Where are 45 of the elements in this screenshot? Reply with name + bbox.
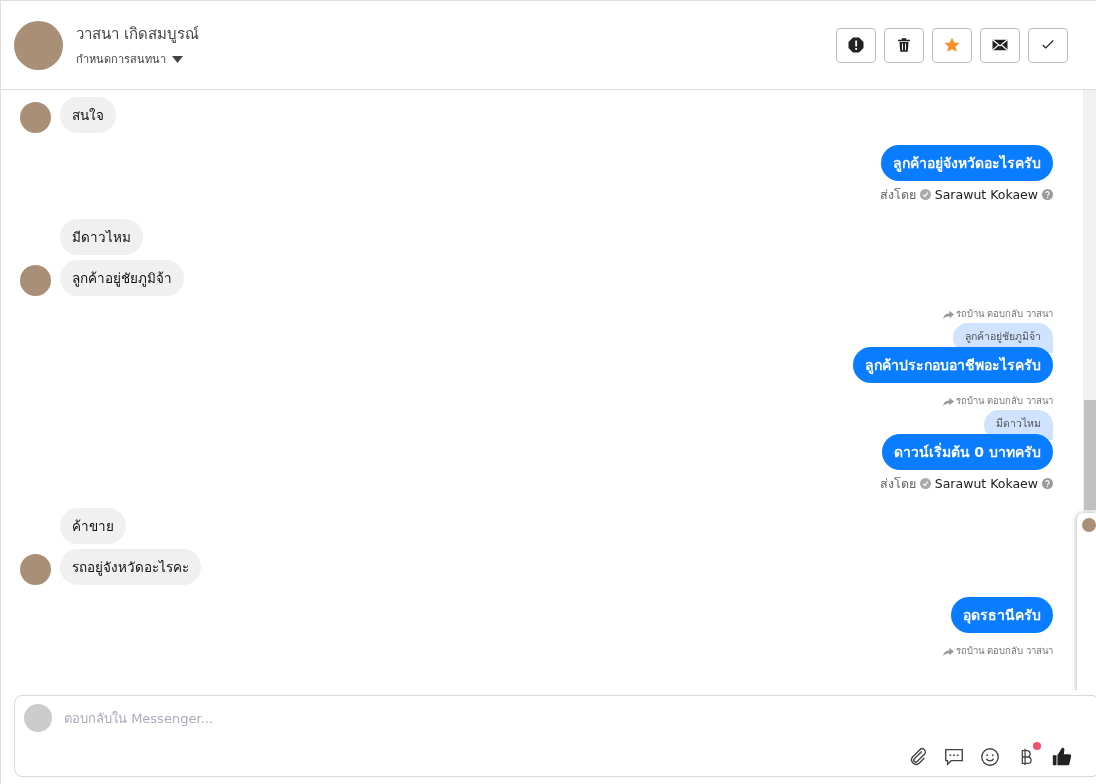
- star-icon: [943, 36, 961, 54]
- alert-icon: [847, 36, 865, 54]
- speech-bubble-icon: [943, 746, 965, 768]
- check-circle-icon: [919, 189, 931, 200]
- smiley-icon: [979, 746, 1001, 768]
- sender-name: Sarawut Kokaew: [934, 476, 1038, 491]
- thumbs-up-icon: [1051, 746, 1073, 768]
- star-button[interactable]: [932, 27, 972, 63]
- sender-name: Sarawut Kokaew: [934, 187, 1038, 202]
- trash-button[interactable]: [884, 27, 924, 63]
- reply-arrow-icon: [942, 308, 954, 320]
- check-button[interactable]: [1028, 27, 1068, 63]
- caret-icon[interactable]: [172, 55, 183, 63]
- message-bubble: ค้าขาย: [60, 508, 126, 544]
- alert-button[interactable]: [836, 27, 876, 63]
- message-bubble: ดาวน์เริ่มต้น 0 บาทครับ: [881, 434, 1053, 470]
- conversation-menu[interactable]: กำหนดการสนทนา: [76, 50, 166, 68]
- sent-by-label: ส่งโดย: [879, 476, 916, 491]
- trash-icon: [895, 36, 913, 54]
- profile-avatar: [14, 20, 63, 70]
- message-bubble: ลูกค้าอยู่ชัยภูมิจ้า: [60, 260, 184, 296]
- scrollbar[interactable]: [1083, 90, 1096, 513]
- message-bubble: รถอยู่จังหวัดอะไรคะ: [60, 549, 201, 585]
- sent-by-label: ส่งโดย: [879, 187, 916, 202]
- reply-label: รถบ้าน ตอบกลับ วาสนา: [942, 395, 1053, 407]
- reply-arrow-icon: [942, 645, 954, 657]
- help-icon[interactable]: [1042, 478, 1053, 489]
- message-bubble: ลูกค้าอยู่จังหวัดอะไรครับ: [881, 145, 1053, 181]
- reply-arrow-icon: [942, 395, 954, 407]
- contact-name: วาสนา เกิดสมบูรณ์: [76, 24, 200, 45]
- reply-label: รถบ้าน ตอบกลับ วาสนา: [942, 645, 1053, 657]
- reply-label: รถบ้าน ตอบกลับ วาสนา: [942, 308, 1053, 320]
- avatar: [1082, 518, 1096, 532]
- user-avatar: [24, 704, 52, 732]
- notification-dot: [1033, 742, 1041, 750]
- message-bubble: มีดาวไหม: [60, 219, 143, 255]
- message-bubble: ลูกค้าประกอบอาชีพอะไรครับ: [853, 347, 1053, 383]
- message-bubble: สนใจ: [60, 97, 116, 133]
- like-button[interactable]: [1051, 746, 1073, 768]
- message-bubble: อุดรธานีครับ: [951, 597, 1053, 633]
- mail-button[interactable]: [980, 27, 1020, 63]
- chat-button[interactable]: [943, 746, 965, 768]
- emoji-button[interactable]: [979, 746, 1001, 768]
- check-circle-icon: [919, 478, 931, 489]
- help-icon[interactable]: [1042, 189, 1053, 200]
